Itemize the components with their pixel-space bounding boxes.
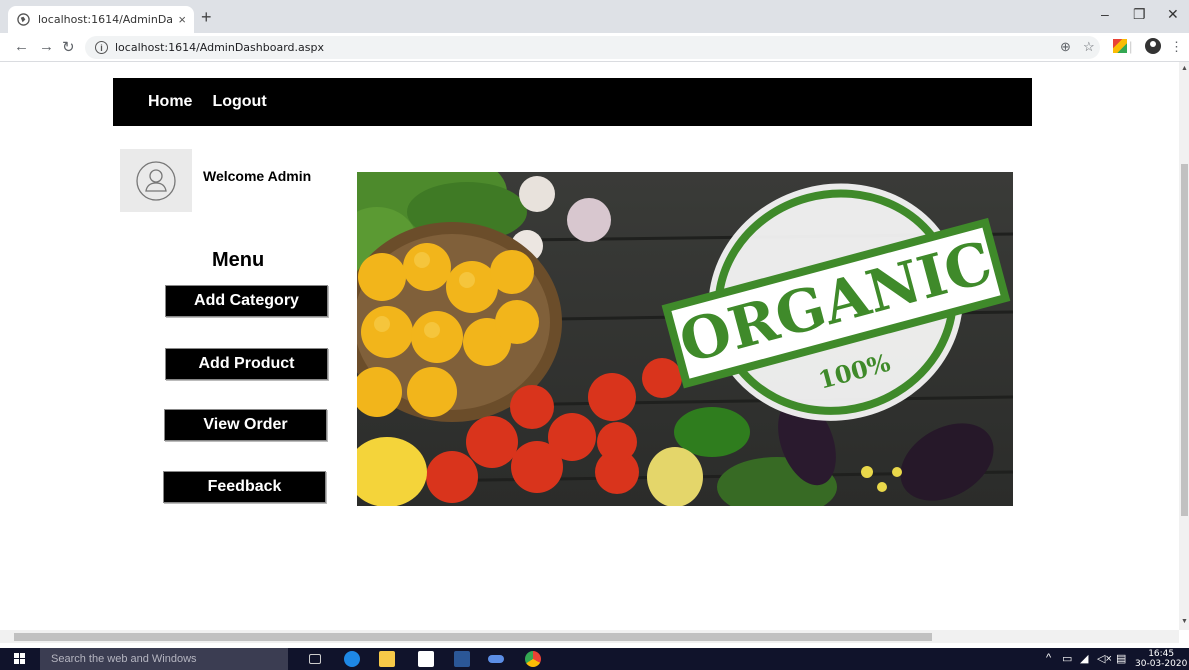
address-toolbar: ← → ↻ i localhost:1614/AdminDashboard.as…	[0, 33, 1189, 62]
zoom-icon[interactable]: ⊕	[1060, 39, 1071, 55]
windows-start-icon[interactable]	[14, 653, 26, 665]
add-category-button[interactable]: Add Category	[165, 285, 328, 317]
edge-browser-icon[interactable]	[344, 651, 360, 667]
battery-icon[interactable]: ▭	[1062, 652, 1072, 665]
volume-icon[interactable]: ◁×	[1097, 652, 1112, 665]
app-icon[interactable]	[488, 655, 504, 663]
network-icon[interactable]: ◢	[1080, 652, 1088, 665]
user-icon	[136, 160, 176, 201]
clock-date: 30-03-2020	[1135, 659, 1188, 669]
bookmark-star-icon[interactable]: ☆	[1083, 39, 1095, 55]
account-icon[interactable]	[1145, 38, 1161, 54]
horizontal-scrollbar[interactable]	[0, 630, 1179, 643]
notifications-icon[interactable]: ▤	[1116, 652, 1126, 665]
nav-logout-link[interactable]: Logout	[212, 93, 266, 111]
browser-tab[interactable]: localhost:1614/AdminDashboard.aspx ×	[8, 6, 194, 33]
task-view-icon[interactable]	[309, 654, 321, 664]
tray-chevron-icon[interactable]: ^	[1046, 652, 1051, 664]
toolbar-divider: |	[1129, 39, 1133, 54]
file-explorer-icon[interactable]	[379, 651, 395, 667]
extension-icon[interactable]	[1113, 39, 1127, 53]
organic-vegetables-banner: ORGANIC 100%	[357, 172, 1013, 506]
welcome-text: Welcome Admin	[203, 168, 312, 184]
vertical-scroll-thumb[interactable]	[1181, 164, 1188, 516]
scroll-up-icon[interactable]: ▲	[1181, 65, 1188, 72]
view-order-button[interactable]: View Order	[164, 409, 327, 441]
reload-icon[interactable]: ↻	[62, 38, 75, 56]
url-text: localhost:1614/AdminDashboard.aspx	[115, 41, 324, 54]
add-product-button[interactable]: Add Product	[165, 348, 328, 380]
minimize-icon[interactable]: –	[1101, 6, 1109, 22]
browser-tab-strip: localhost:1614/AdminDashboard.aspx × + –…	[0, 0, 1189, 33]
window-close-icon[interactable]: ✕	[1167, 6, 1179, 23]
more-menu-icon[interactable]: ⋮	[1170, 39, 1183, 55]
page-viewport: Home Logout Welcome Admin Menu Add Categ…	[0, 62, 1179, 630]
store-icon[interactable]	[418, 651, 434, 667]
back-icon[interactable]: ←	[14, 38, 29, 55]
feedback-button[interactable]: Feedback	[163, 471, 326, 503]
horizontal-scroll-thumb[interactable]	[14, 633, 932, 641]
new-tab-button[interactable]: +	[201, 7, 212, 28]
avatar	[120, 149, 192, 212]
banner-image: ORGANIC 100%	[357, 172, 1013, 506]
windows-taskbar: Search the web and Windows ^ ▭ ◢ ◁× ▤ 16…	[0, 648, 1189, 670]
tab-close-icon[interactable]: ×	[178, 12, 186, 27]
forward-icon[interactable]: →	[39, 38, 54, 55]
taskbar-search-box[interactable]: Search the web and Windows	[40, 648, 288, 670]
vertical-scrollbar[interactable]: ▲ ▼	[1179, 62, 1189, 630]
menu-heading: Menu	[212, 249, 265, 271]
address-bar[interactable]: i localhost:1614/AdminDashboard.aspx	[85, 36, 1100, 59]
clock-time: 16:45	[1148, 649, 1175, 659]
word-icon[interactable]	[454, 651, 470, 667]
top-nav-bar: Home Logout	[113, 78, 1032, 126]
scroll-down-icon[interactable]: ▼	[1181, 618, 1188, 625]
tab-title: localhost:1614/AdminDashboard.aspx	[38, 13, 173, 26]
chrome-icon[interactable]	[525, 651, 541, 667]
globe-icon	[16, 13, 30, 27]
info-icon[interactable]: i	[95, 41, 108, 54]
restore-icon[interactable]: ❐	[1133, 6, 1146, 23]
nav-home-link[interactable]: Home	[148, 93, 192, 111]
taskbar-clock[interactable]: 16:45 30-03-2020	[1135, 649, 1187, 669]
